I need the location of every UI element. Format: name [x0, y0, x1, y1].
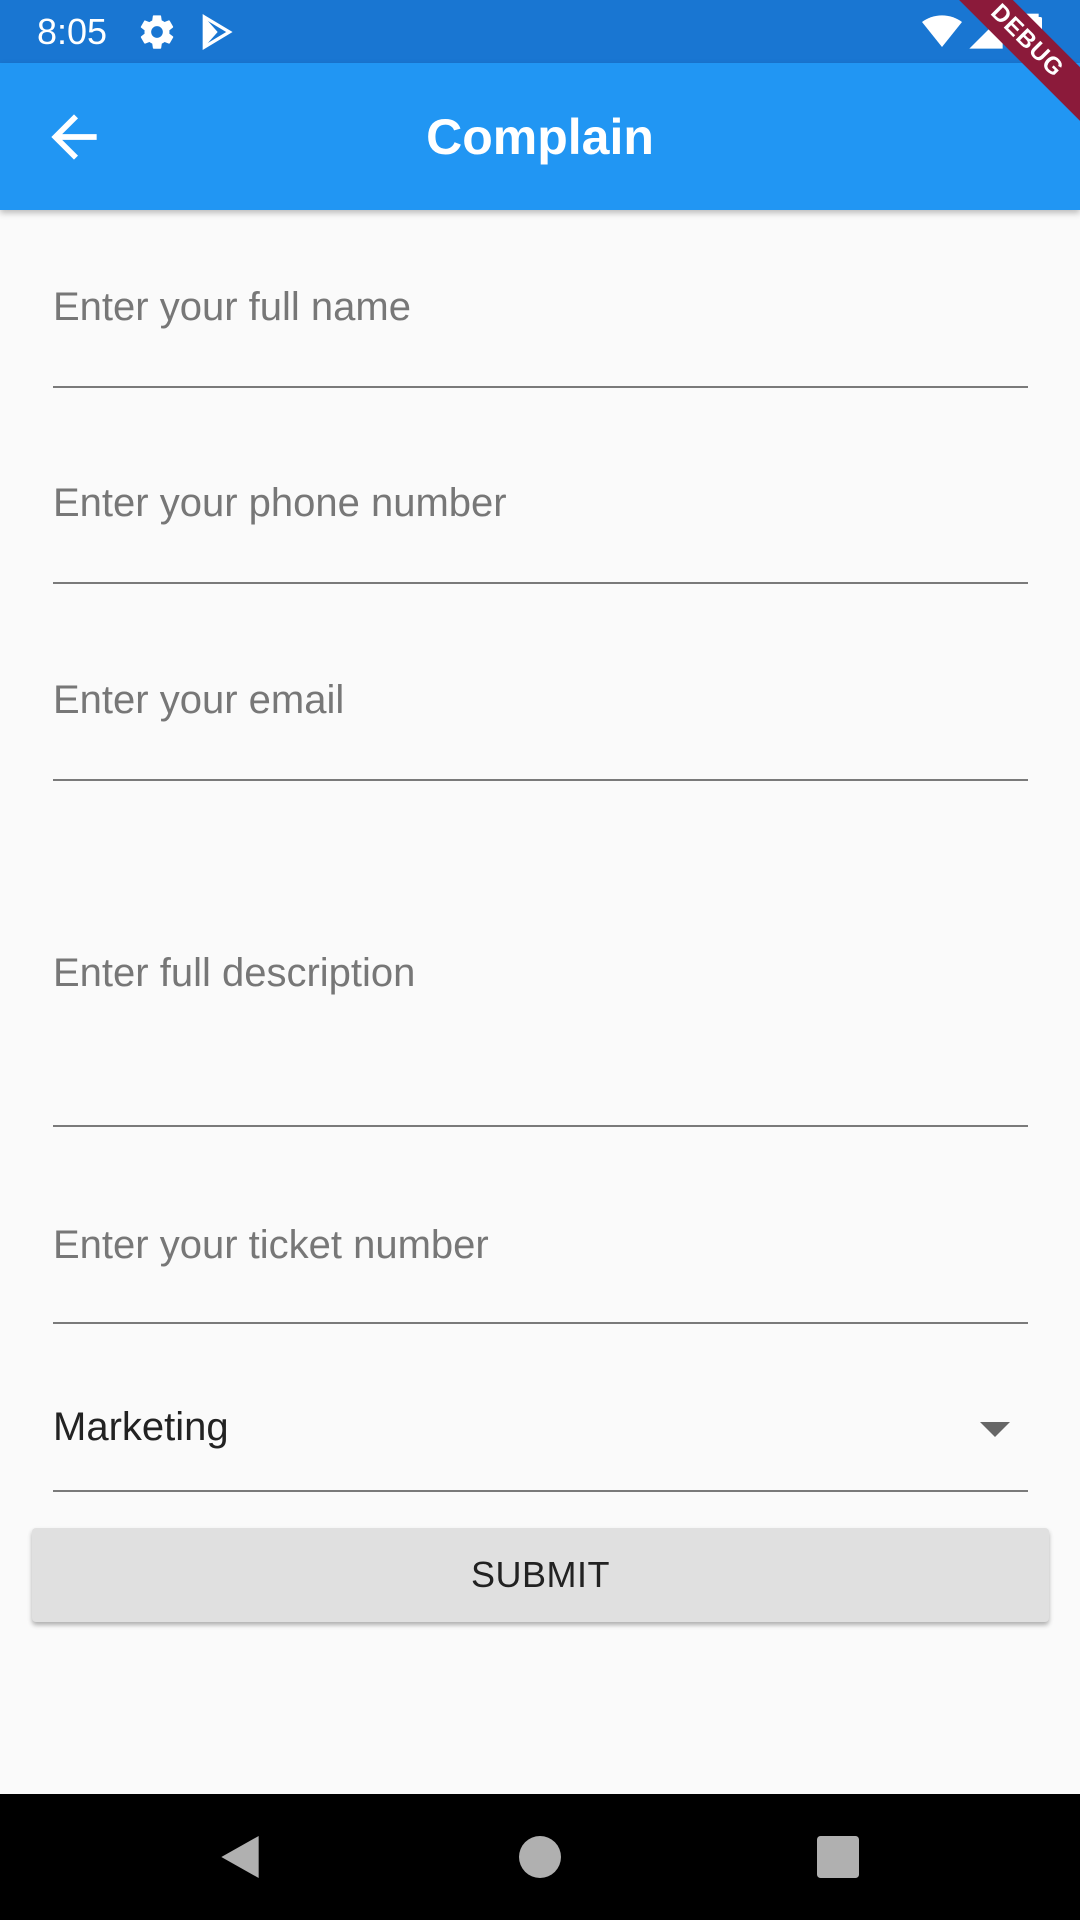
description-placeholder: Enter full description	[53, 951, 416, 995]
ticket-number-field[interactable]: Enter your ticket number	[53, 1200, 1028, 1324]
phone-field[interactable]: Enter your phone number	[53, 458, 1028, 584]
play-store-icon	[196, 12, 236, 52]
email-field[interactable]: Enter your email	[53, 655, 1028, 781]
debug-banner: DEBUG	[932, 0, 1080, 136]
navigation-bar	[0, 1794, 1080, 1920]
phone-placeholder: Enter your phone number	[53, 481, 507, 525]
full-name-placeholder: Enter your full name	[53, 285, 411, 329]
full-name-field[interactable]: Enter your full name	[53, 262, 1028, 388]
status-bar: 8:05	[0, 0, 1080, 63]
app-bar: Complain	[0, 63, 1080, 210]
back-triangle-icon[interactable]	[212, 1829, 268, 1885]
page-title: Complain	[426, 109, 654, 165]
debug-banner-container: DEBUG	[920, 0, 1080, 160]
description-field[interactable]: Enter full description	[53, 900, 1028, 1127]
submit-button[interactable]: SUBMIT	[32, 1528, 1049, 1622]
category-dropdown[interactable]: Marketing	[53, 1380, 1028, 1492]
status-time: 8:05	[37, 11, 108, 52]
ticket-number-placeholder: Enter your ticket number	[53, 1223, 489, 1267]
recents-square-icon[interactable]	[810, 1829, 866, 1885]
home-circle-icon[interactable]	[512, 1829, 568, 1885]
category-selected-value: Marketing	[53, 1405, 229, 1449]
chevron-down-icon	[980, 1422, 1010, 1437]
email-placeholder: Enter your email	[53, 678, 345, 722]
gear-icon	[137, 12, 177, 52]
